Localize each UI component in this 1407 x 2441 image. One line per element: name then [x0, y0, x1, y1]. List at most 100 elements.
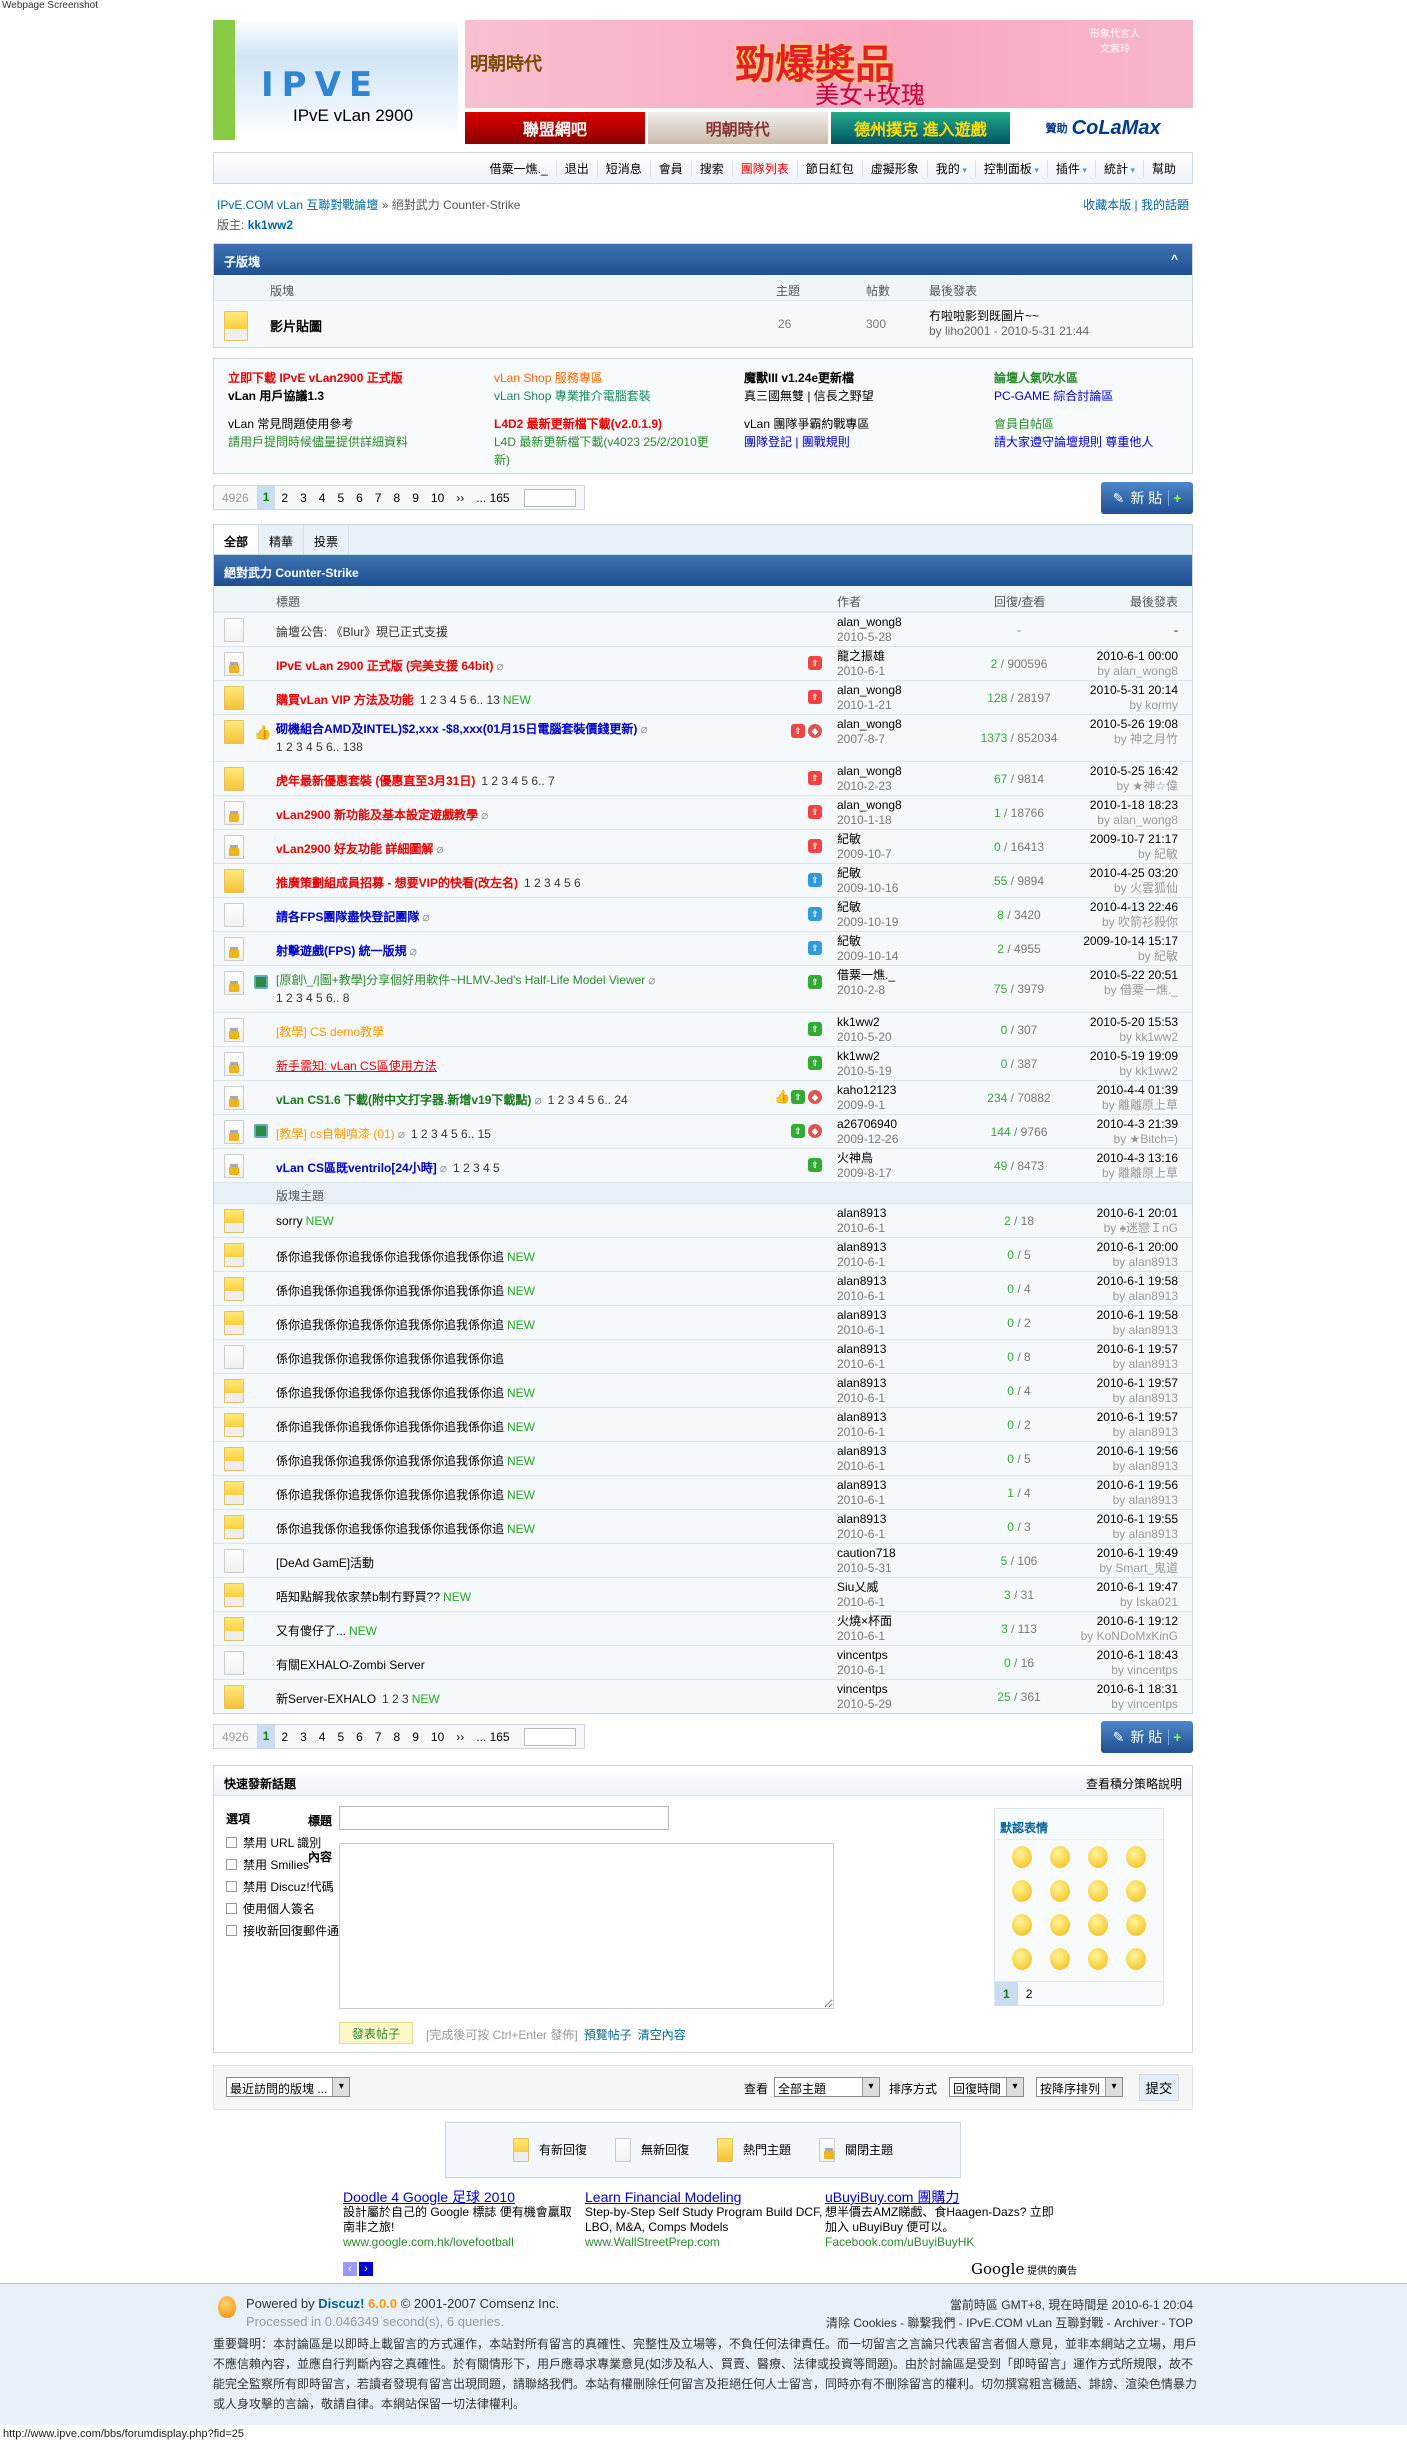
author-link[interactable]: alan8913 [837, 1342, 886, 1356]
thread-pages[interactable]: 1 2 3 4 5 6.. 24 [548, 1093, 628, 1107]
author-link[interactable]: 紀敏 [837, 934, 861, 948]
page-link[interactable]: 4 [313, 1730, 332, 1744]
nav-item[interactable]: 我的 [926, 159, 975, 177]
thread-pages[interactable]: 1 2 3 4 5 6.. 7 [481, 774, 554, 788]
last-post-time[interactable]: 2009-10-14 15:17 [1083, 934, 1178, 948]
author-link[interactable]: 借粟一燋._ [837, 968, 895, 982]
last-post-time[interactable]: 2010-6-1 20:01 [1097, 1206, 1178, 1220]
last-post-time[interactable]: 2010-5-25 16:42 [1090, 764, 1178, 778]
author-link[interactable]: alan8913 [837, 1376, 886, 1390]
thread-pages[interactable]: 1 2 3 [382, 1692, 409, 1706]
thread-row[interactable]: vLan CS1.6 下載(附中文打字器.新增v19下載點) ⌀ 1 2 3 4 5… [214, 1080, 1192, 1114]
thread-pages[interactable]: 1 2 3 4 5 6.. 13 [420, 693, 500, 707]
quick-link[interactable]: vLan 用戶協議1.3 [228, 387, 458, 405]
thread-title-link[interactable]: 係你追我係你追我係你追我係你追我係你追 [276, 1454, 504, 1468]
last-post-time[interactable]: 2010-6-1 19:58 [1097, 1308, 1178, 1322]
last-post-time[interactable]: 2010-6-1 19:56 [1097, 1478, 1178, 1492]
thread-title-link[interactable]: vLan2900 新功能及基本設定遊戲教學 [276, 808, 478, 822]
thread-row[interactable]: sorry NEW alan8913 2010-6-1 2 / 18 2010-6-1 2… [214, 1203, 1192, 1237]
clear-link[interactable]: 清空內容 [638, 2028, 686, 2042]
thread-row[interactable]: vLan2900 好友功能 詳細圖解 ⌀ ⇧ 紀敏 2009-10-7 0 / 16413… [214, 829, 1192, 863]
author-link[interactable]: alan_wong8 [837, 683, 902, 697]
smiley-icon[interactable] [1050, 1914, 1070, 1936]
last-post-time[interactable]: 2010-4-13 22:46 [1090, 900, 1178, 914]
quick-link[interactable]: 論壇人氣吹水區 [994, 369, 1224, 387]
last-post-time[interactable]: 2010-6-1 18:43 [1097, 1648, 1178, 1662]
thread-title-link[interactable]: 係你追我係你追我係你追我係你追我係你追 [276, 1386, 504, 1400]
thread-pages[interactable]: 1 2 3 4 5 6.. 15 [411, 1127, 491, 1141]
quick-link[interactable]: vLan 常見問題使用參考 [228, 415, 458, 433]
thread-row[interactable]: vLan2900 新功能及基本設定遊戲教學 ⌀ ⇧ alan_wong8 2010-1-… [214, 795, 1192, 829]
quick-link[interactable]: 團隊登記 | 團戰規則 [744, 433, 974, 451]
thread-title-link[interactable]: 係你追我係你追我係你追我係你追我係你追 [276, 1522, 504, 1536]
thread-row[interactable]: 論壇公告: 《Blur》現已正式支援 alan_wong8 2010-5-28 - - [214, 612, 1192, 646]
thread-row[interactable]: 推廣策劃組成員招募 - 想要VIP的快看(改左名) 1 2 3 4 5 6 ⇧ 紀敏 2… [214, 863, 1192, 897]
smiley-icon[interactable] [1088, 1846, 1108, 1868]
last-post-time[interactable]: 2010-6-1 18:31 [1097, 1682, 1178, 1696]
smiley-icon[interactable] [1012, 1948, 1032, 1970]
quick-link[interactable]: vLan Shop 專業推介電腦套裝 [494, 387, 724, 405]
last-post-time[interactable]: 2010-6-1 19:58 [1097, 1274, 1178, 1288]
last-post-time[interactable]: 2010-4-25 03:20 [1090, 866, 1178, 880]
last-post-time[interactable]: 2010-6-1 19:57 [1097, 1376, 1178, 1390]
author-link[interactable]: alan_wong8 [837, 764, 902, 778]
thread-title-link[interactable]: 係你追我係你追我係你追我係你追我係你追 [276, 1318, 504, 1332]
nav-item[interactable]: 幫助 [1142, 159, 1184, 177]
subforum-link[interactable]: 影片貼圖 [270, 316, 322, 335]
thread-row[interactable]: 👍 砌機組合AMD及INTEL)$2,xxx -$8,xxx(01月15日電腦套裝… [214, 714, 1192, 761]
page-next[interactable]: ›› [450, 491, 470, 505]
nav-item[interactable]: 退出 [555, 159, 597, 177]
page-link[interactable]: 6 [350, 1730, 369, 1744]
smilies-page-2[interactable]: 2 [1018, 1982, 1041, 2006]
page-link[interactable]: 8 [388, 1730, 407, 1744]
nav-item[interactable]: 搜索 [690, 159, 732, 177]
last-post-time[interactable]: 2010-6-1 19:49 [1097, 1546, 1178, 1560]
last-post-time[interactable]: 2010-5-19 19:09 [1090, 1049, 1178, 1063]
page-link[interactable]: 4 [313, 491, 332, 505]
last-post-time[interactable]: 2010-4-4 01:39 [1097, 1083, 1178, 1097]
subforum-last-title[interactable]: 冇啦啦影到既圖片~~ [929, 307, 1039, 324]
thread-row[interactable]: 唔知點解我依家禁b制冇野買?? NEW Siu乂威 2010-6-1 3 / 31 201… [214, 1577, 1192, 1611]
author-link[interactable]: 紀敏 [837, 832, 861, 846]
page-jump-input[interactable] [523, 488, 576, 507]
author-link[interactable]: alan_wong8 [837, 717, 902, 731]
thread-title-link[interactable]: [教學] cs自制噴漆 (01) [276, 1127, 395, 1141]
quick-link[interactable]: vLan Shop 服務專區 [494, 369, 724, 387]
thread-row[interactable]: 係你追我係你追我係你追我係你追我係你追 alan8913 2010-6-1 0 / 8… [214, 1339, 1192, 1373]
thread-row[interactable]: 係你追我係你追我係你追我係你追我係你追 NEW alan8913 2010-6-1 0 … [214, 1407, 1192, 1441]
nav-item[interactable]: 會員 [649, 159, 691, 177]
view-select[interactable]: 全部主題 [774, 2077, 880, 2097]
thread-pages[interactable]: 1 2 3 4 5 6 [524, 876, 581, 890]
page-link[interactable]: 5 [331, 491, 350, 505]
thread-row[interactable]: 購買vLan VIP 方法及功能 1 2 3 4 5 6.. 13 NEW ⇧ alan… [214, 680, 1192, 714]
author-link[interactable]: caution718 [837, 1546, 896, 1560]
thread-title-link[interactable]: [教學] CS demo教學 [276, 1025, 384, 1039]
thread-row[interactable]: 新Server-EXHALO 1 2 3 NEW vincentps 2010-5-29… [214, 1679, 1192, 1713]
author-link[interactable]: kaho12123 [837, 1083, 896, 1097]
quick-link[interactable]: L4D 最新更新檔下載(v4023 25/2/2010更新) [494, 433, 724, 469]
author-link[interactable]: 龍之振雄 [837, 649, 885, 663]
page-link[interactable]: 8 [388, 491, 407, 505]
thread-row[interactable]: [原創\_/|圖+教學]分享個好用軟件~HLMV-Jed's Half-Life… [214, 965, 1192, 1012]
thread-row[interactable]: [教學] CS demo教學 ⇧ kk1ww2 2010-5-20 0 / 307 201… [214, 1012, 1192, 1046]
ad-title-link[interactable]: uBuyiBuy.com 團購力 [825, 2190, 1065, 2205]
nav-item[interactable]: 統計 [1094, 159, 1143, 177]
last-post-time[interactable]: 2010-1-18 18:23 [1090, 798, 1178, 812]
smiley-icon[interactable] [1088, 1914, 1108, 1936]
smilies-page-1[interactable]: 1 [995, 1981, 1018, 2006]
smiley-icon[interactable] [1050, 1880, 1070, 1902]
quick-link[interactable]: 真三國無雙 | 信長之野望 [744, 387, 974, 405]
page-link[interactable]: 9 [406, 491, 425, 505]
page-last[interactable]: ... 165 [470, 491, 515, 505]
subforum-row[interactable]: 影片貼圖 26 300 冇啦啦影到既圖片~~ by liho2001 - 201… [214, 301, 1192, 347]
thread-row[interactable]: 係你追我係你追我係你追我係你追我係你追 NEW alan8913 2010-6-1 0 … [214, 1271, 1192, 1305]
thread-pages[interactable]: 1 2 3 4 5 6.. 8 [276, 991, 349, 1005]
author-link[interactable]: alan8913 [837, 1206, 886, 1220]
nav-item[interactable]: 團隊列表 [731, 159, 797, 177]
author-link[interactable]: alan8913 [837, 1308, 886, 1322]
author-link[interactable]: alan_wong8 [837, 798, 902, 812]
author-link[interactable]: alan8913 [837, 1444, 886, 1458]
author-link[interactable]: 火神鳥 [837, 1151, 873, 1165]
subject-input[interactable] [339, 1806, 669, 1830]
preview-link[interactable]: 預覽帖子 [584, 2028, 632, 2042]
